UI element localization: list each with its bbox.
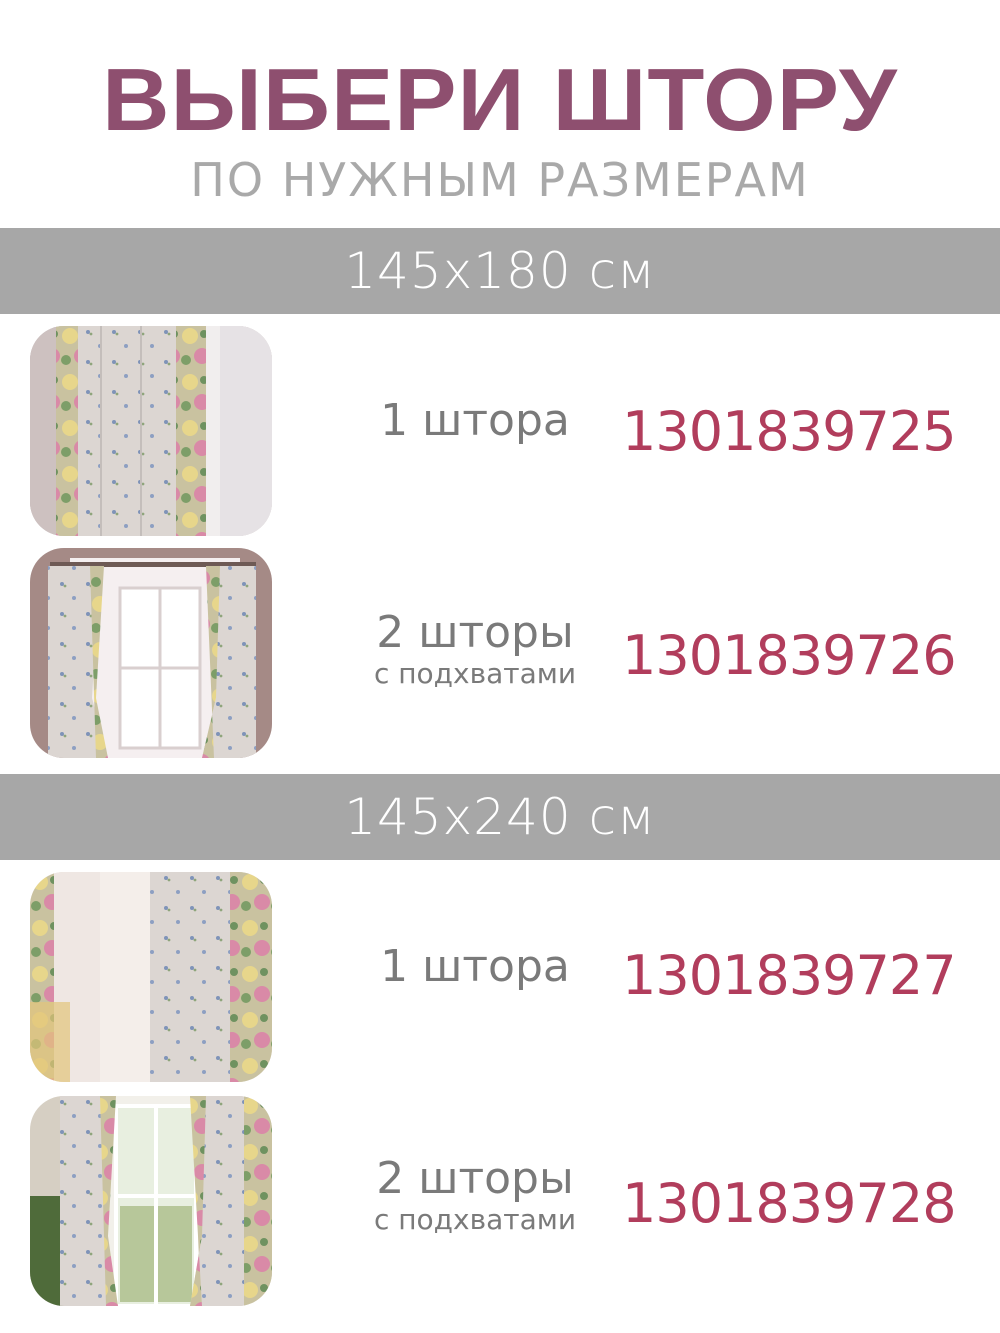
product-label-main: 2 шторы bbox=[376, 1153, 574, 1204]
product-label-main: 1 штора bbox=[380, 941, 570, 992]
pair-curtains-photo-icon[interactable] bbox=[30, 1096, 272, 1306]
product-label: 2 шторы с подхватами bbox=[340, 608, 610, 690]
pair-curtains-photo-icon[interactable] bbox=[30, 548, 272, 758]
single-curtain-photo-icon[interactable] bbox=[30, 326, 272, 536]
size-label: 145x180 см bbox=[344, 242, 656, 300]
product-label: 1 штора bbox=[340, 942, 610, 992]
product-code[interactable]: 1301839728 bbox=[622, 1172, 962, 1235]
product-label-main: 2 шторы bbox=[376, 607, 574, 658]
size-label: 145x240 см bbox=[344, 788, 656, 846]
product-label: 2 шторы с подхватами bbox=[340, 1154, 610, 1236]
product-row-4[interactable]: 2 шторы с подхватами 1301839728 bbox=[0, 1096, 1000, 1308]
product-row-2[interactable]: 2 шторы с подхватами 1301839726 bbox=[0, 548, 1000, 760]
product-code[interactable]: 1301839725 bbox=[622, 400, 962, 463]
product-row-1[interactable]: 1 штора 1301839725 bbox=[0, 326, 1000, 538]
product-label-sub: с подхватами bbox=[373, 657, 577, 690]
page-title: ВЫБЕРИ ШТОРУ bbox=[102, 50, 898, 149]
product-label-sub: с подхватами bbox=[373, 1203, 577, 1236]
product-code[interactable]: 1301839727 bbox=[622, 944, 962, 1007]
size-band-145x240: 145x240 см bbox=[0, 774, 1000, 860]
single-curtain-photo-icon[interactable] bbox=[30, 872, 272, 1082]
size-band-145x180: 145x180 см bbox=[0, 228, 1000, 314]
product-code[interactable]: 1301839726 bbox=[622, 624, 962, 687]
page-subtitle: ПО НУЖНЫМ РАЗМЕРАМ bbox=[190, 153, 810, 207]
product-row-3[interactable]: 1 штора 1301839727 bbox=[0, 872, 1000, 1084]
product-label: 1 штора bbox=[340, 396, 610, 446]
product-label-main: 1 штора bbox=[380, 395, 570, 446]
